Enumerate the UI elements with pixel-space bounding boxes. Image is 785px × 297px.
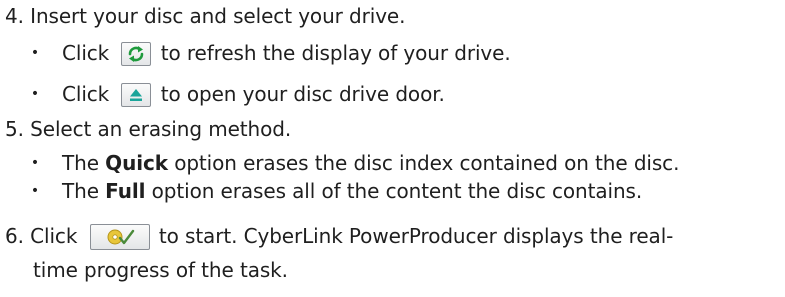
step-number: 6. [5, 224, 24, 248]
option-name-full: Full [105, 179, 146, 203]
bullet-text-after: to refresh the display of your drive. [160, 41, 511, 65]
step-6-continuation: time progress of the task. [33, 256, 288, 284]
refresh-button[interactable] [121, 41, 152, 66]
step-text: Select an erasing method. [30, 117, 292, 141]
bullet-text-after: option erases the disc index contained o… [174, 151, 680, 175]
eject-icon [130, 88, 143, 101]
step-6: 6. Click to start. CyberLink PowerProduc… [5, 222, 673, 250]
step-text: Insert your disc and select your drive. [30, 4, 406, 28]
bullet-item: • Click to open your disc drive door. [0, 80, 785, 108]
bullet-text-before: The [62, 151, 99, 175]
step-5: 5. Select an erasing method. [5, 115, 291, 143]
option-name-quick: Quick [105, 151, 168, 175]
bullet-item: • Click to refresh the display of your d… [0, 39, 785, 67]
bullet-item: • The Full option erases all of the cont… [0, 177, 785, 205]
step-4: 4. Insert your disc and select your driv… [5, 2, 406, 30]
bullet-text-before: The [62, 179, 99, 203]
step-text-after: to start. CyberLink PowerProducer displa… [158, 224, 674, 248]
bullet-dot: • [30, 86, 40, 102]
bullet-dot: • [30, 183, 40, 199]
bullet-text-after: option erases all of the content the dis… [151, 179, 643, 203]
step-text-before: Click [30, 224, 78, 248]
bullet-dot: • [30, 45, 40, 61]
start-button[interactable] [89, 223, 150, 250]
step-text-continued: time progress of the task. [33, 258, 288, 282]
refresh-icon [129, 45, 144, 62]
bullet-text-before: Click [62, 41, 110, 65]
bullet-text-before: Click [62, 82, 110, 106]
bullet-text-after: to open your disc drive door. [160, 82, 445, 106]
step-number: 5. [5, 117, 24, 141]
start-icon [107, 229, 134, 244]
step-number: 4. [5, 4, 24, 28]
eject-button[interactable] [121, 82, 152, 107]
bullet-dot: • [30, 155, 40, 171]
bullet-item: • The Quick option erases the disc index… [0, 149, 785, 177]
